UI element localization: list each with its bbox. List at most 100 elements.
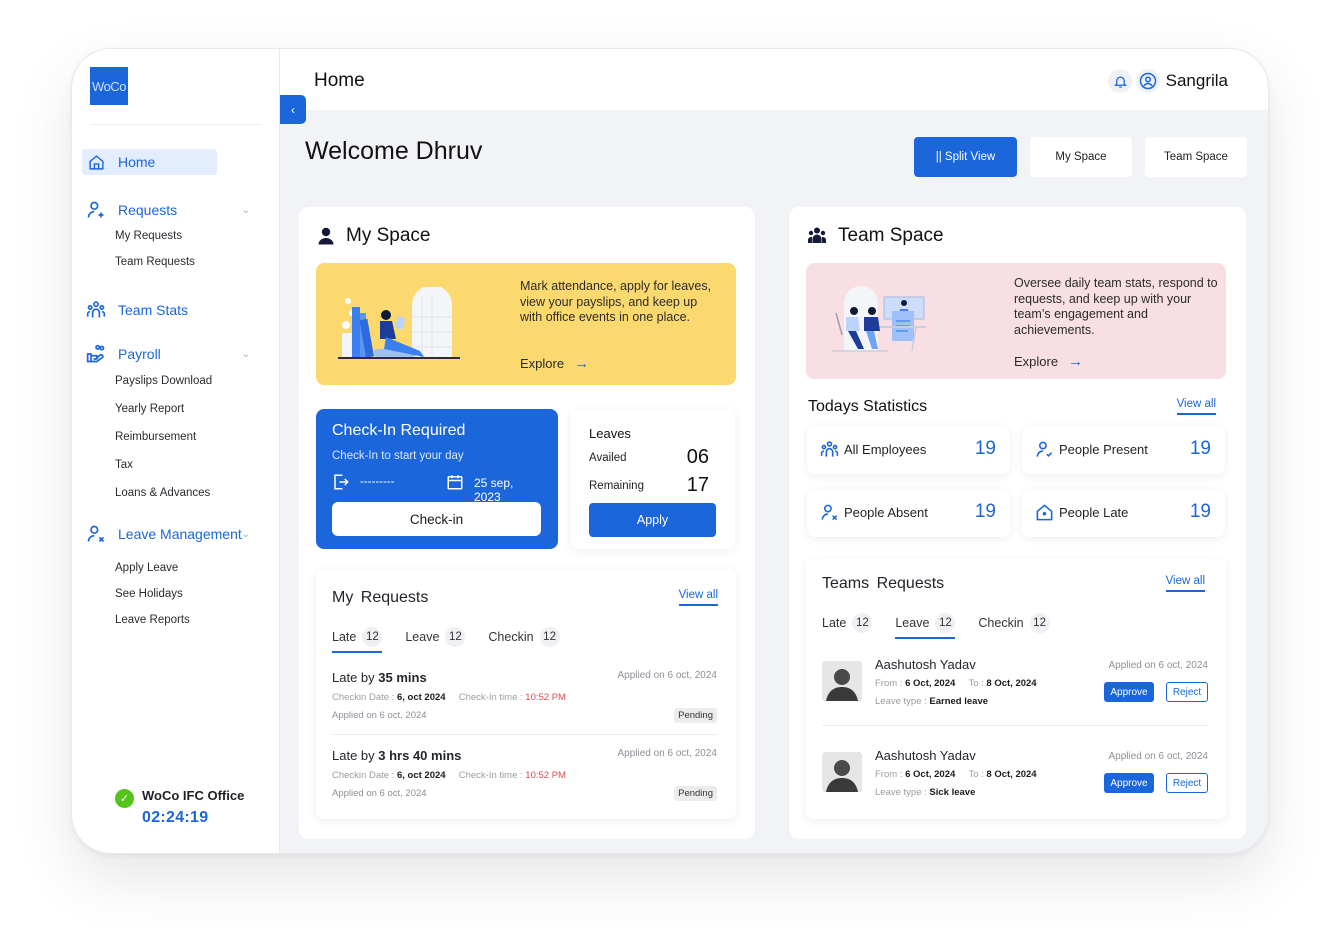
request-prefix: Late by <box>332 748 379 763</box>
team-meeting-illustration <box>832 286 926 352</box>
tab-leave[interactable]: Leave 12 <box>895 613 956 639</box>
leave-dates: From : 6 Oct, 2024 To : 8 Oct, 2024 <box>875 769 1037 780</box>
sidebar-item-my-requests[interactable]: My Requests <box>82 223 272 249</box>
leave-type-value: Sick leave <box>929 787 976 798</box>
my-space-explore-link[interactable]: Explore → <box>520 355 589 372</box>
apply-leave-button[interactable]: Apply <box>589 503 716 537</box>
collapse-sidebar-button[interactable]: ‹ <box>280 95 306 124</box>
chevron-down-icon[interactable]: ⌄ <box>242 205 250 216</box>
home-icon <box>86 152 106 172</box>
tab-leave[interactable]: Leave 12 <box>405 627 466 653</box>
user-menu[interactable]: Sangrila <box>1135 69 1228 93</box>
tab-count: 12 <box>852 613 873 633</box>
request-heading: Late by 3 hrs 40 mins <box>332 748 461 763</box>
todays-statistics-title: Todays Statistics <box>808 398 928 415</box>
label: Check-In time : <box>458 770 526 781</box>
sidebar-item-see-holidays[interactable]: See Holidays <box>82 581 272 607</box>
sidebar-item-home[interactable]: Home <box>82 149 272 175</box>
label: From : <box>875 678 906 689</box>
teams-requests-title: Teams Requests <box>822 575 945 592</box>
my-requests-card: My Requests View all Late 12 Leave 12 Chec… <box>316 569 736 819</box>
sidebar-item-payroll[interactable]: Payroll ⌄ <box>82 341 272 367</box>
my-space-button[interactable]: My Space <box>1030 137 1132 177</box>
approve-button[interactable]: Approve <box>1104 773 1154 793</box>
app-window: WoCo Home Requests ⌄ My Requests Team Re… <box>71 48 1269 854</box>
teams-requests-view-all-link[interactable]: View all <box>1165 575 1205 592</box>
tab-label: Late <box>332 630 357 644</box>
statistics-view-all-link[interactable]: View all <box>1176 398 1216 415</box>
split-view-button[interactable]: || Split View <box>914 137 1017 177</box>
sidebar-group-payroll: Payroll ⌄ Payslips Download Yearly Repor… <box>82 341 272 507</box>
label: To : <box>968 678 987 689</box>
availed-value: 06 <box>686 446 709 468</box>
teams-requests-card: Teams Requests View all Late 12 Leave 12 C… <box>806 559 1226 819</box>
team-space-banner: Oversee daily team stats, respond to req… <box>806 263 1226 379</box>
leave-type-value: Earned leave <box>929 696 989 707</box>
team-space-explore-link[interactable]: Explore → <box>1014 353 1083 370</box>
my-space-banner-text: Mark attendance, apply for leaves, view … <box>520 279 712 324</box>
chevron-down-icon[interactable]: ⌄ <box>242 349 250 360</box>
request-item[interactable]: Late by 3 hrs 40 mins Applied on 6 oct, … <box>332 748 717 818</box>
woco-logo[interactable]: WoCo <box>90 67 128 105</box>
checkin-date: 6, oct 2024 <box>396 692 446 703</box>
tab-count: 12 <box>935 613 956 633</box>
user-x-icon <box>86 524 106 544</box>
stat-value: 19 <box>1189 438 1211 459</box>
sidebar-item-yearly-report[interactable]: Yearly Report <box>82 395 272 423</box>
notification-bell-icon[interactable] <box>1108 69 1132 93</box>
sidebar-item-label: Requests <box>118 202 178 218</box>
tab-late[interactable]: Late 12 <box>332 627 383 653</box>
applied-date: Applied on 6 oct, 2024 <box>332 788 427 799</box>
tab-checkin[interactable]: Checkin 12 <box>488 627 560 653</box>
reject-button[interactable]: Reject <box>1166 682 1208 702</box>
stat-all-employees[interactable]: All Employees 19 <box>807 426 1010 474</box>
sidebar-item-requests[interactable]: Requests ⌄ <box>82 197 272 223</box>
sidebar-item-payslips-download[interactable]: Payslips Download <box>82 367 272 395</box>
page-title: Home <box>314 70 365 91</box>
user-check-icon <box>1035 440 1055 460</box>
sidebar-item-loans-advances[interactable]: Loans & Advances <box>82 479 272 507</box>
team-space-button[interactable]: Team Space <box>1145 137 1247 177</box>
approve-button[interactable]: Approve <box>1104 682 1154 702</box>
tab-late[interactable]: Late 12 <box>822 613 873 639</box>
leaves-title: Leaves <box>589 426 631 441</box>
label: Leave type : <box>875 787 930 798</box>
sidebar-item-leave-reports[interactable]: Leave Reports <box>82 607 272 633</box>
tab-label: Leave <box>405 630 440 644</box>
chevron-down-icon[interactable]: ⌄ <box>242 529 250 540</box>
sidebar-item-tax[interactable]: Tax <box>82 451 272 479</box>
remaining-label: Remaining <box>589 480 644 492</box>
sidebar-group-requests: Requests ⌄ My Requests Team Requests <box>82 197 272 275</box>
applied-date: Applied on 6 oct, 2024 <box>332 710 427 721</box>
reject-button[interactable]: Reject <box>1166 773 1208 793</box>
sidebar-item-reimbursement[interactable]: Reimbursement <box>82 423 272 451</box>
request-item[interactable]: Late by 35 mins Applied on 6 oct, 2024 C… <box>332 670 717 740</box>
status-badge: Pending <box>674 786 717 801</box>
stat-people-present[interactable]: People Present 19 <box>1022 426 1225 474</box>
my-space-panel: My Space Mark attendance, apply for leav… <box>299 207 755 839</box>
sidebar-group-leave-management: Leave Management ⌄ Apply Leave See Holid… <box>82 521 272 633</box>
checkin-date: 6, oct 2024 <box>396 770 446 781</box>
label: Checkin Date : <box>332 770 397 781</box>
arrow-right-icon: → <box>574 355 590 372</box>
late-duration: 35 mins <box>378 670 427 685</box>
sidebar-item-team-requests[interactable]: Team Requests <box>82 249 272 275</box>
sidebar-item-team-stats[interactable]: Team Stats <box>82 297 272 323</box>
label: Leave type : <box>875 696 930 707</box>
sidebar-item-leave-management[interactable]: Leave Management ⌄ <box>82 521 272 547</box>
label: From : <box>875 769 906 780</box>
my-requests-view-all-link[interactable]: View all <box>678 589 718 606</box>
from-date: 6 Oct, 2024 <box>905 678 956 689</box>
team-space-panel: Team Space Oversee daily team stats, res… <box>789 207 1246 839</box>
stat-people-absent[interactable]: People Absent 19 <box>807 489 1010 537</box>
tab-count: 12 <box>1029 613 1050 633</box>
label: Check-In time : <box>458 692 526 703</box>
checkin-button[interactable]: Check-in <box>332 502 541 536</box>
team-request-item: Aashutosh Yadav From : 6 Oct, 2024 To : … <box>822 657 1208 717</box>
checkin-title: Check-In Required <box>332 422 466 439</box>
checkin-card: Check-In Required Check-In to start your… <box>316 409 558 549</box>
top-bar: Home Sangrila <box>280 49 1268 110</box>
tab-checkin[interactable]: Checkin 12 <box>978 613 1050 639</box>
stat-people-late[interactable]: People Late 19 <box>1022 489 1225 537</box>
sidebar-item-apply-leave[interactable]: Apply Leave <box>82 555 272 581</box>
